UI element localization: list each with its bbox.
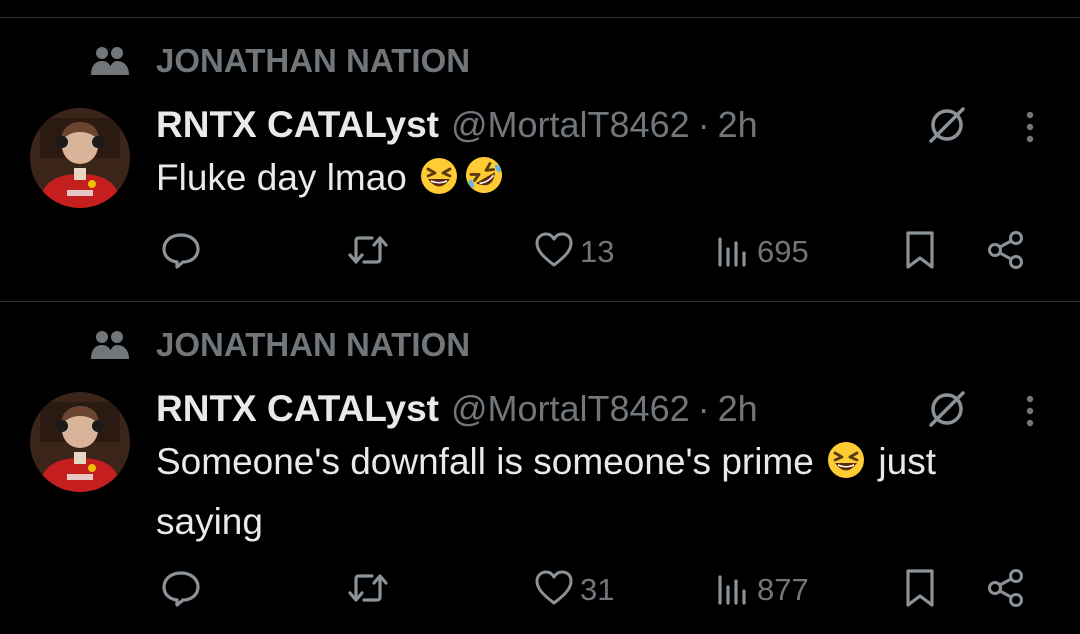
tweet-text: Someone's downfall is someone's prime ju… [156, 435, 1036, 549]
heart-icon [534, 230, 574, 275]
reply-icon [160, 229, 202, 276]
share-button[interactable] [985, 227, 1027, 277]
reply-button[interactable] [160, 565, 202, 615]
avatar[interactable] [30, 108, 130, 208]
community-context[interactable]: JONATHAN NATION [90, 41, 470, 81]
tweet-divider [0, 301, 1080, 302]
tweet-text-part: Fluke day lmao [156, 157, 418, 198]
rolling-on-floor-laughing-icon [463, 154, 505, 211]
like-button[interactable]: 13 [534, 227, 614, 277]
views-button[interactable]: 695 [715, 227, 809, 277]
community-icon [90, 327, 130, 363]
views-icon [715, 569, 751, 612]
share-icon [985, 567, 1027, 614]
view-count: 695 [757, 234, 809, 269]
community-context[interactable]: JONATHAN NATION [90, 325, 470, 365]
grok-icon[interactable] [922, 100, 972, 150]
bookmark-button[interactable] [902, 565, 938, 615]
view-count: 877 [757, 572, 809, 607]
separator-dot: · [697, 388, 710, 429]
bookmark-button[interactable] [902, 227, 938, 277]
reply-icon [160, 567, 202, 614]
grinning-squinting-face-icon [419, 156, 459, 211]
display-name[interactable]: RNTX CATALyst [156, 388, 439, 430]
user-handle[interactable]: @MortalT8462 [451, 388, 690, 430]
more-icon[interactable] [1010, 102, 1050, 152]
views-icon [715, 231, 751, 274]
community-name[interactable]: JONATHAN NATION [156, 326, 470, 364]
bookmark-icon [902, 567, 938, 614]
bookmark-icon [902, 229, 938, 276]
share-button[interactable] [985, 565, 1027, 615]
retweet-icon [345, 567, 391, 614]
community-name[interactable]: JONATHAN NATION [156, 42, 470, 80]
like-count: 31 [580, 572, 615, 607]
grok-icon[interactable] [922, 384, 972, 434]
avatar[interactable] [30, 392, 130, 492]
retweet-button[interactable] [345, 565, 391, 615]
reply-button[interactable] [160, 227, 202, 277]
retweet-icon [345, 229, 391, 276]
retweet-button[interactable] [345, 227, 391, 277]
timestamp[interactable]: 2h [718, 388, 758, 430]
top-divider [0, 17, 1080, 18]
like-count: 13 [580, 234, 615, 269]
tweet-header: RNTX CATALyst @MortalT8462 · 2h [156, 100, 758, 150]
more-icon[interactable] [1010, 386, 1050, 436]
tweet-header: RNTX CATALyst @MortalT8462 · 2h [156, 384, 758, 434]
like-button[interactable]: 31 [534, 565, 614, 615]
share-icon [985, 229, 1027, 276]
heart-icon [534, 568, 574, 613]
community-icon [90, 43, 130, 79]
tweet-actions: 13 695 [0, 227, 1080, 277]
grinning-squinting-face-icon [826, 440, 866, 495]
tweet-actions: 31 877 [0, 565, 1080, 615]
separator-dot: · [697, 104, 710, 145]
tweet-text: Fluke day lmao [156, 151, 1036, 211]
views-button[interactable]: 877 [715, 565, 809, 615]
display-name[interactable]: RNTX CATALyst [156, 104, 439, 146]
user-handle[interactable]: @MortalT8462 [451, 104, 690, 146]
tweet-text-part: Someone's downfall is someone's prime [156, 441, 825, 482]
timestamp[interactable]: 2h [718, 104, 758, 146]
